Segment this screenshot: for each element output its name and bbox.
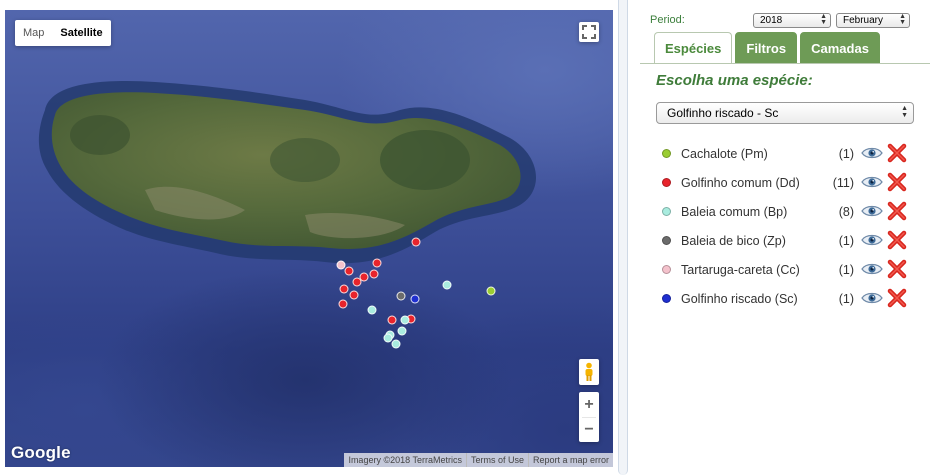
zoom-in-button[interactable]: + xyxy=(579,393,599,417)
species-count: (1) xyxy=(838,234,854,248)
select-arrows-icon: ▲ ▼ xyxy=(820,13,827,26)
street-view-button[interactable] xyxy=(579,359,599,385)
google-logo: Google xyxy=(11,443,71,462)
choose-species-label: Escolha uma espécie: xyxy=(656,72,813,89)
sighting-marker[interactable] xyxy=(369,269,379,279)
eye-icon[interactable] xyxy=(861,175,883,189)
select-arrows-icon: ▲ ▼ xyxy=(901,105,908,119)
species-count: (1) xyxy=(838,147,854,161)
species-name: Cachalote (Pm) xyxy=(681,147,768,161)
delete-x-icon[interactable] xyxy=(887,143,907,163)
report-map-error-link[interactable]: Report a map error xyxy=(527,453,613,467)
tab-filtros[interactable]: Filtros xyxy=(735,32,798,63)
month-value: February xyxy=(843,15,884,26)
species-name: Tartaruga-careta (Cc) xyxy=(681,263,800,277)
species-name: Baleia comum (Bp) xyxy=(681,205,788,219)
imagery-credit: Imagery ©2018 TerraMetrics xyxy=(348,455,462,465)
sighting-marker[interactable] xyxy=(486,286,496,296)
sighting-marker[interactable] xyxy=(372,258,382,268)
sighting-marker[interactable] xyxy=(387,315,397,325)
map-type-control: Map Satellite xyxy=(15,20,111,46)
species-select[interactable]: Golfinho riscado - Sc ▲ ▼ xyxy=(656,102,914,124)
side-panel: Period: 2018 ▲ ▼ February ▲ ▼ Espécies Fil… xyxy=(640,0,930,475)
delete-x-icon[interactable] xyxy=(887,201,907,221)
species-select-value: Golfinho riscado - Sc xyxy=(667,106,779,120)
sighting-marker[interactable] xyxy=(338,299,348,309)
zoom-control: + − xyxy=(579,392,599,442)
delete-x-icon[interactable] xyxy=(887,172,907,192)
panel-divider xyxy=(618,0,628,475)
species-row: Baleia de bico (Zp) (1) xyxy=(662,227,922,256)
sighting-marker[interactable] xyxy=(344,266,354,276)
species-list: Cachalote (Pm) (1) Golfinho comum (Dd) (11)… xyxy=(662,140,922,314)
species-row: Golfinho riscado (Sc) (1) xyxy=(662,285,922,314)
island-satellite-image xyxy=(38,80,537,264)
eye-icon[interactable] xyxy=(861,291,883,305)
sighting-marker[interactable] xyxy=(400,315,410,325)
pegman-icon xyxy=(585,362,593,381)
species-name: Golfinho riscado (Sc) xyxy=(681,292,798,306)
sighting-marker[interactable] xyxy=(339,284,349,294)
species-name: Baleia de bico (Zp) xyxy=(681,234,786,248)
sighting-marker[interactable] xyxy=(396,291,406,301)
sighting-marker[interactable] xyxy=(442,280,452,290)
panel-tabs: Espécies Filtros Camadas xyxy=(654,32,883,64)
species-color-dot xyxy=(662,236,671,245)
species-row: Tartaruga-careta (Cc) (1) xyxy=(662,256,922,285)
fullscreen-icon xyxy=(582,25,596,39)
sighting-marker[interactable] xyxy=(352,277,362,287)
species-count: (11) xyxy=(832,176,854,190)
sighting-marker[interactable] xyxy=(391,339,401,349)
map-type-satellite-button[interactable]: Satellite xyxy=(52,20,110,46)
species-color-dot xyxy=(662,149,671,158)
tab-underline xyxy=(640,63,930,64)
eye-icon[interactable] xyxy=(861,233,883,247)
delete-x-icon[interactable] xyxy=(887,259,907,279)
species-count: (8) xyxy=(838,205,854,219)
delete-x-icon[interactable] xyxy=(887,230,907,250)
sighting-marker[interactable] xyxy=(349,290,359,300)
species-color-dot xyxy=(662,178,671,187)
species-row: Baleia comum (Bp) (8) xyxy=(662,198,922,227)
terms-of-use-link[interactable]: Terms of Use xyxy=(465,453,528,467)
year-value: 2018 xyxy=(760,15,783,26)
species-count: (1) xyxy=(838,292,854,306)
sighting-marker[interactable] xyxy=(397,326,407,336)
select-arrows-icon: ▲ ▼ xyxy=(899,13,906,26)
eye-icon[interactable] xyxy=(861,262,883,276)
species-row: Cachalote (Pm) (1) xyxy=(662,140,922,169)
zoom-out-button[interactable]: − xyxy=(579,418,599,442)
species-color-dot xyxy=(662,207,671,216)
sighting-marker[interactable] xyxy=(411,237,421,247)
sighting-marker[interactable] xyxy=(367,305,377,315)
month-select[interactable]: February ▲ ▼ xyxy=(836,13,910,28)
map-type-map-button[interactable]: Map xyxy=(15,20,52,46)
tab-camadas[interactable]: Camadas xyxy=(800,32,880,63)
eye-icon[interactable] xyxy=(861,146,883,160)
period-label: Period: xyxy=(650,14,685,26)
species-row: Golfinho comum (Dd) (11) xyxy=(662,169,922,198)
species-count: (1) xyxy=(838,263,854,277)
fullscreen-button[interactable] xyxy=(579,22,599,42)
delete-x-icon[interactable] xyxy=(887,288,907,308)
map-attribution: Imagery ©2018 TerraMetrics Terms of Use … xyxy=(344,453,613,467)
map-canvas[interactable]: Map Satellite + − Google Imagery ©2018 T… xyxy=(5,10,613,467)
species-color-dot xyxy=(662,294,671,303)
eye-icon[interactable] xyxy=(861,204,883,218)
sighting-marker[interactable] xyxy=(410,294,420,304)
tab-especies[interactable]: Espécies xyxy=(654,32,733,64)
species-name: Golfinho comum (Dd) xyxy=(681,176,800,190)
species-color-dot xyxy=(662,265,671,274)
year-select[interactable]: 2018 ▲ ▼ xyxy=(753,13,831,28)
